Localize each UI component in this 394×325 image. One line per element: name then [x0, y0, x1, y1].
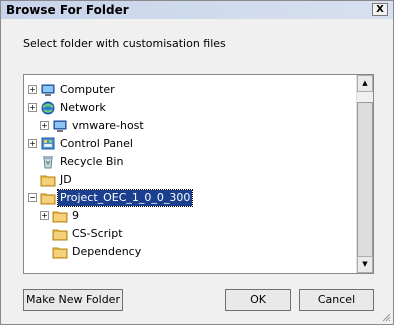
- recycle-bin-icon: [43, 156, 53, 169]
- tree-item-label: Control Panel: [60, 137, 133, 150]
- tree-item-project[interactable]: − Project_OEC_1_0_0_300: [28, 189, 348, 207]
- tree-item-label: Project_OEC_1_0_0_300: [56, 189, 194, 207]
- tree-item-label: Computer: [60, 83, 115, 96]
- tree-item-9[interactable]: + 9: [40, 208, 340, 224]
- control-panel-icon: [41, 137, 55, 150]
- tree-item-computer[interactable]: + Computer: [28, 82, 348, 98]
- tree-item-label: 9: [72, 209, 79, 222]
- instruction-text: Select folder with customisation files: [23, 37, 226, 50]
- network-computer-icon: [53, 120, 67, 132]
- tree-item-dependency[interactable]: Dependency: [40, 244, 340, 260]
- expand-icon[interactable]: +: [28, 103, 37, 112]
- make-new-folder-button[interactable]: Make New Folder: [23, 289, 123, 311]
- folder-icon: [40, 175, 56, 187]
- computer-icon: [41, 84, 55, 96]
- scroll-thumb[interactable]: [357, 102, 373, 262]
- tree-item-vmware-host[interactable]: + vmware-host: [40, 118, 340, 134]
- tree-item-label: CS-Script: [72, 227, 123, 240]
- browse-for-folder-dialog: Browse For Folder X Select folder with c…: [0, 0, 394, 325]
- folder-icon: [52, 211, 68, 223]
- folder-icon: [40, 193, 56, 205]
- tree-item-cs-script[interactable]: CS-Script: [40, 226, 340, 242]
- tree-item-recycle-bin[interactable]: Recycle Bin: [28, 154, 348, 170]
- tree-item-jd[interactable]: JD: [28, 172, 348, 188]
- close-button[interactable]: X: [372, 3, 388, 16]
- vertical-scrollbar[interactable]: ▲ ▼: [356, 75, 373, 273]
- ok-button[interactable]: OK: [225, 289, 291, 311]
- tree-item-network[interactable]: + Network: [28, 100, 348, 116]
- collapse-icon[interactable]: −: [28, 193, 37, 202]
- title-bar[interactable]: Browse For Folder X: [1, 1, 393, 19]
- folder-tree[interactable]: + Computer + Network + vmware-host + Con…: [23, 74, 374, 274]
- tree-item-label: JD: [60, 173, 72, 186]
- scroll-down-button[interactable]: ▼: [357, 256, 373, 273]
- resize-grip-icon[interactable]: [381, 312, 391, 322]
- tree-item-label: Dependency: [72, 245, 142, 258]
- expand-icon[interactable]: +: [40, 211, 49, 220]
- folder-icon: [52, 229, 68, 241]
- tree-item-label: vmware-host: [72, 119, 144, 132]
- network-icon: [41, 101, 55, 115]
- folder-icon: [52, 247, 68, 259]
- expand-icon[interactable]: +: [28, 139, 37, 148]
- expand-icon[interactable]: +: [40, 121, 49, 130]
- dialog-title: Browse For Folder: [6, 3, 129, 17]
- tree-item-control-panel[interactable]: + Control Panel: [28, 136, 348, 152]
- cancel-button[interactable]: Cancel: [299, 289, 374, 311]
- expand-icon[interactable]: +: [28, 85, 37, 94]
- tree-item-label: Recycle Bin: [60, 155, 124, 168]
- scroll-up-button[interactable]: ▲: [357, 75, 373, 92]
- tree-item-label: Network: [60, 101, 106, 114]
